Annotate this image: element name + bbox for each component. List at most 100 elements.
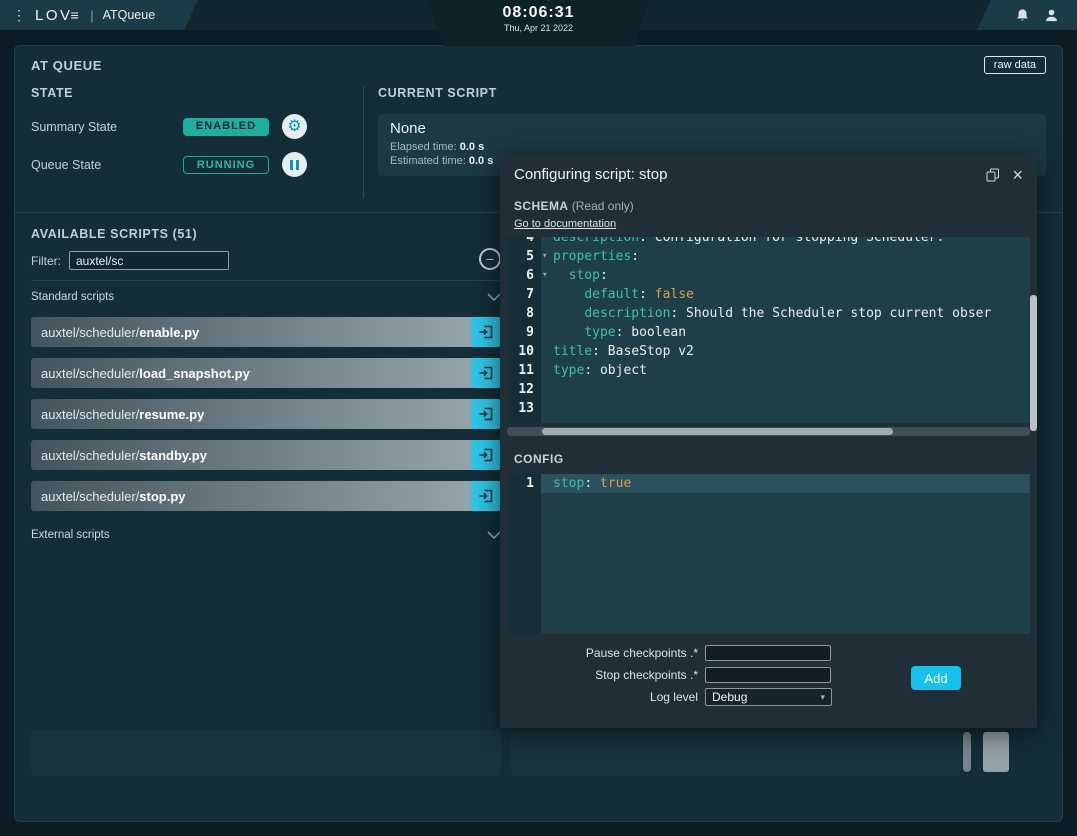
summary-state-label: Summary State — [31, 120, 183, 134]
script-name: resume.py — [139, 407, 204, 422]
script-row: auxtel/scheduler/enable.py — [31, 317, 501, 347]
queue-state-badge: RUNNING — [183, 156, 269, 174]
line-number: 12 — [507, 380, 541, 399]
line-number: 8 — [507, 304, 541, 323]
script-path: auxtel/scheduler/ — [41, 407, 139, 422]
script-name: enable.py — [139, 325, 199, 340]
script-row: auxtel/scheduler/resume.py — [31, 399, 501, 429]
script-name: load_snapshot.py — [139, 366, 250, 381]
script-path: auxtel/scheduler/ — [41, 448, 139, 463]
line-number: 4 — [507, 237, 541, 247]
line-number: 10 — [507, 342, 541, 361]
log-level-label: Log level — [558, 690, 698, 704]
script-row: auxtel/scheduler/load_snapshot.py — [31, 358, 501, 388]
panel-title: AT QUEUE — [31, 58, 102, 73]
pause-checkpoints-input[interactable] — [705, 645, 831, 661]
schema-horizontal-scrollbar — [507, 427, 1030, 436]
code-line: 4description: Configuration for stopping… — [507, 237, 1030, 247]
pause-queue-button[interactable] — [282, 152, 307, 177]
estimated-time-value: 0.0 s — [469, 155, 493, 167]
state-title: STATE — [31, 86, 363, 100]
schema-vertical-scrollbar[interactable] — [1030, 295, 1037, 431]
background-scrollbar[interactable] — [983, 732, 1009, 772]
script-path: auxtel/scheduler/ — [41, 366, 139, 381]
code-line: 11type: object — [507, 361, 1030, 380]
modal-title: Configuring script: stop — [514, 166, 974, 183]
launch-script-button[interactable] — [471, 440, 501, 470]
clock-time: 08:06:31 — [428, 4, 650, 22]
pause-checkpoints-label: Pause checkpoints .* — [558, 646, 698, 660]
log-level-select[interactable]: Debug ▾ — [705, 688, 832, 706]
menu-icon[interactable]: ⋮ — [12, 7, 26, 24]
configure-script-modal: Configuring script: stop × SCHEMA (Read … — [500, 155, 1037, 728]
current-script-name: None — [390, 120, 1034, 137]
code-line: 10title: BaseStop v2 — [507, 342, 1030, 361]
line-number: 11 — [507, 361, 541, 380]
line-number: 13 — [507, 399, 541, 418]
schema-horizontal-scrollbar-thumb[interactable] — [542, 428, 893, 435]
script-path: auxtel/scheduler/ — [41, 325, 139, 340]
estimated-time-label: Estimated time: — [390, 155, 466, 167]
summary-state-settings-button[interactable]: ⚙ — [282, 114, 307, 139]
add-button[interactable]: Add — [911, 666, 961, 690]
background-scrollbar[interactable] — [963, 732, 971, 772]
raw-data-button[interactable]: raw data — [984, 56, 1046, 74]
queue-state-row: Queue State RUNNING — [31, 152, 363, 177]
view-title: ATQueue — [103, 8, 156, 22]
chevron-down-icon[interactable] — [487, 293, 501, 301]
fold-arrow-icon[interactable]: ▾ — [542, 266, 547, 285]
script-row: auxtel/scheduler/standby.py — [31, 440, 501, 470]
documentation-link[interactable]: Go to documentation — [514, 218, 616, 230]
script-row: auxtel/scheduler/stop.py — [31, 481, 501, 511]
chevron-down-icon[interactable] — [487, 531, 501, 539]
love-logo: LOV≡ — [35, 7, 81, 24]
filter-input[interactable] — [69, 251, 229, 270]
copy-icon[interactable] — [986, 168, 1000, 182]
current-script-title: CURRENT SCRIPT — [378, 86, 1046, 100]
vertical-divider — [363, 86, 364, 198]
external-scripts-header[interactable]: External scripts — [31, 529, 501, 541]
background-panel — [31, 730, 501, 776]
stop-checkpoints-input[interactable] — [705, 667, 831, 683]
notifications-bell-icon[interactable] — [1015, 8, 1030, 23]
code-line: 13 — [507, 399, 1030, 418]
code-line: 9 type: boolean — [507, 323, 1030, 342]
external-scripts-label: External scripts — [31, 529, 110, 541]
launch-script-button[interactable] — [471, 399, 501, 429]
close-icon[interactable]: × — [1012, 168, 1023, 182]
code-line: 5▾properties: — [507, 247, 1030, 266]
code-line: 8 description: Should the Scheduler stop… — [507, 304, 1030, 323]
background-panel — [511, 730, 961, 776]
schema-readonly-note: (Read only) — [572, 199, 634, 213]
log-level-value: Debug — [712, 690, 747, 704]
launch-script-button[interactable] — [471, 358, 501, 388]
user-icon[interactable] — [1044, 8, 1059, 23]
logo-e-icon: ≡ — [71, 7, 82, 23]
elapsed-time-value: 0.0 s — [460, 141, 484, 153]
code-line: 1stop: true — [507, 474, 1030, 493]
gear-icon: ⚙ — [287, 119, 301, 135]
fold-arrow-icon[interactable]: ▾ — [542, 247, 547, 266]
schema-editor: 4description: Configuration for stopping… — [507, 237, 1030, 423]
clock-date: Thu, Apr 21 2022 — [428, 23, 650, 33]
script-list: auxtel/scheduler/enable.pyauxtel/schedul… — [31, 317, 501, 511]
clock: 08:06:31 Thu, Apr 21 2022 — [428, 0, 650, 46]
launch-script-button[interactable] — [471, 481, 501, 511]
launch-script-button[interactable] — [471, 317, 501, 347]
script-name: stop.py — [139, 489, 185, 504]
summary-state-row: Summary State ENABLED ⚙ — [31, 114, 363, 139]
queue-state-label: Queue State — [31, 158, 183, 172]
topbar-right-block — [977, 0, 1077, 30]
config-editor[interactable]: 1stop: true — [507, 474, 1030, 634]
filter-divider — [31, 280, 501, 281]
script-path: auxtel/scheduler/ — [41, 489, 139, 504]
elapsed-time-label: Elapsed time: — [390, 141, 457, 153]
line-number: 6 — [507, 266, 541, 285]
collapse-scripts-button[interactable]: − — [479, 248, 501, 270]
code-line: 7 default: false — [507, 285, 1030, 304]
standard-scripts-label: Standard scripts — [31, 291, 114, 303]
line-number: 1 — [507, 474, 541, 493]
code-line: 6▾ stop: — [507, 266, 1030, 285]
standard-scripts-header[interactable]: Standard scripts — [31, 291, 501, 303]
code-line: 12 — [507, 380, 1030, 399]
